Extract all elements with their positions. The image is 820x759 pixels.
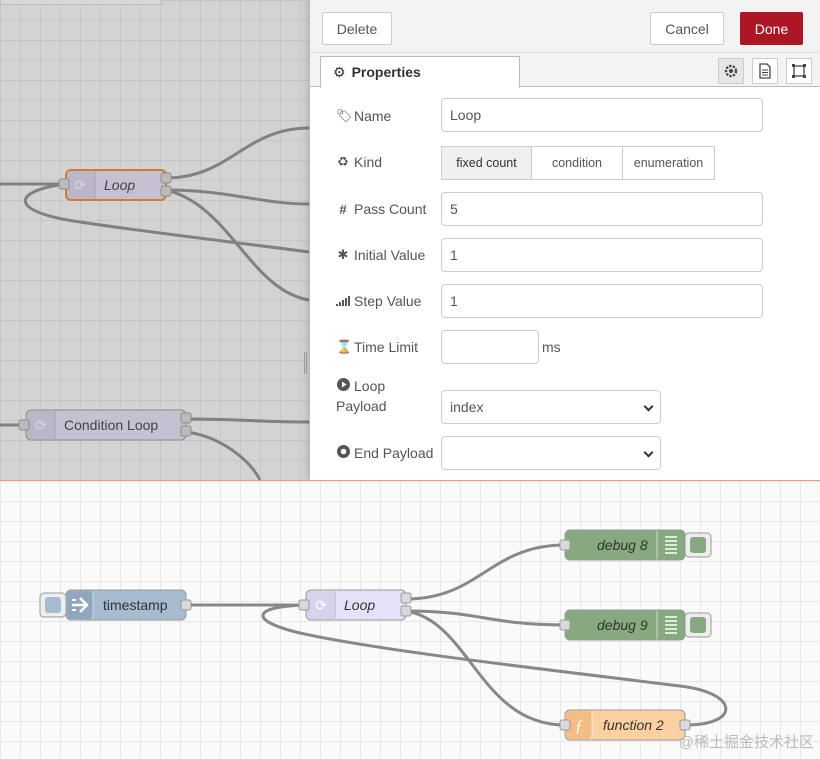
tab-properties-label: Properties (351, 64, 421, 80)
debug-8-label: debug 8 (597, 537, 648, 553)
output-port[interactable] (400, 605, 412, 617)
input-port[interactable] (298, 599, 310, 611)
output-port[interactable] (180, 599, 192, 611)
debug-9-label: debug 9 (597, 617, 648, 633)
name-input[interactable]: Loop (441, 98, 763, 132)
tag-icon: 🏷 (336, 108, 353, 123)
hash-icon: # (339, 201, 347, 217)
loop-payload-label: Loop (336, 376, 385, 396)
tab-properties[interactable]: ⚙ Properties (320, 56, 520, 88)
initial-value-input[interactable]: 1 (441, 238, 763, 272)
kind-option-fixed-count[interactable]: fixed count (441, 146, 532, 180)
done-button[interactable]: Done (740, 12, 803, 45)
loop-label: Loop (344, 597, 375, 613)
end-payload-select[interactable] (441, 436, 661, 470)
kind-option-condition[interactable]: condition (531, 146, 623, 180)
edit-tray: Delete Cancel Done ⚙ Properties 🏷 Name L… (304, 0, 820, 480)
time-limit-input[interactable] (441, 330, 539, 364)
kind-selector: fixed count condition enumeration (441, 146, 715, 180)
recycle-icon: ♻ (337, 154, 349, 169)
step-value-input[interactable]: 1 (441, 284, 763, 318)
chevron-down-icon (643, 401, 654, 412)
debug-node-9[interactable]: debug 9 (559, 609, 712, 641)
bottom-flow-canvas: timestamp ⟳ Loop debug 8 debug 9 ƒ funct… (39, 529, 728, 741)
output-port[interactable] (400, 592, 412, 604)
tray-resize-handle[interactable] (304, 352, 307, 374)
input-port[interactable] (559, 719, 571, 731)
time-limit-unit: ms (542, 339, 561, 355)
loop-icon: ⟳ (315, 597, 327, 613)
gear-icon: ⚙ (333, 63, 346, 80)
debug-node-8[interactable]: debug 8 (559, 529, 712, 561)
bottom-workspace: timestamp ⟳ Loop debug 8 debug 9 ƒ funct… (0, 480, 820, 758)
cancel-button[interactable]: Cancel (650, 12, 724, 45)
palette-edge (0, 0, 162, 5)
hourglass-icon: ⌛ (336, 339, 353, 354)
appearance-icon[interactable] (786, 58, 812, 84)
circle-icon (336, 445, 350, 461)
step-value-label: Step Value (336, 291, 421, 311)
loop-payload-label-line2: Payload (336, 398, 387, 414)
loop-node[interactable]: ⟳ Loop (298, 589, 412, 621)
inject-label: timestamp (103, 597, 168, 613)
description-icon[interactable] (752, 58, 778, 84)
kind-label: ♻ Kind (337, 154, 383, 170)
name-label: 🏷 Name (336, 108, 392, 124)
play-circle-icon (336, 378, 350, 394)
asterisk-icon: ✱ (337, 247, 349, 262)
signal-icon (336, 294, 350, 309)
function-label: function 2 (603, 717, 664, 733)
input-port[interactable] (559, 619, 571, 631)
pass-count-input[interactable]: 5 (441, 192, 763, 226)
loop-payload-select[interactable]: index (441, 390, 661, 424)
initial-value-label: ✱ Initial Value (337, 247, 426, 263)
kind-option-enumeration[interactable]: enumeration (622, 146, 715, 180)
function-icon: ƒ (575, 716, 584, 735)
delete-button[interactable]: Delete (322, 12, 392, 45)
pass-count-label: # Pass Count (336, 199, 426, 219)
output-port[interactable] (679, 719, 691, 731)
time-limit-label: ⌛ Time Limit (336, 339, 419, 355)
watermark: @稀土掘金技术社区 (678, 734, 814, 751)
wire (405, 543, 566, 601)
chevron-down-icon (643, 447, 654, 458)
end-payload-label: End Payload (336, 443, 433, 463)
inject-node[interactable]: timestamp (39, 589, 192, 621)
tray-toolbar: Delete Cancel Done (310, 0, 820, 53)
input-port[interactable] (559, 539, 571, 551)
gear-icon[interactable] (718, 58, 744, 84)
function-node[interactable]: ƒ function 2 (559, 709, 691, 741)
properties-form: 🏷 Name Loop ♻ Kind fixed count condition… (310, 88, 820, 480)
tray-tabs: ⚙ Properties (310, 53, 820, 88)
wire (405, 609, 566, 627)
